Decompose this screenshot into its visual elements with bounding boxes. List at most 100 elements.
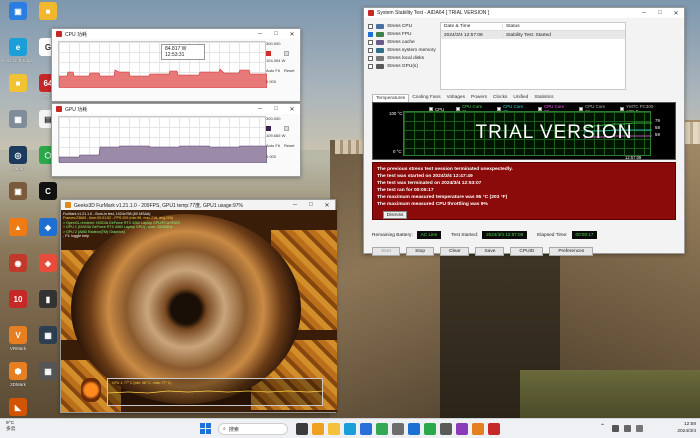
checkbox[interactable] bbox=[368, 23, 373, 29]
desktop-icon[interactable]: ◆ bbox=[34, 216, 62, 254]
col-datetime[interactable]: Date & Time bbox=[441, 24, 503, 29]
network-icon[interactable] bbox=[636, 425, 643, 432]
series-color-swatch bbox=[266, 126, 271, 131]
volume-icon[interactable] bbox=[624, 425, 631, 432]
tab-cooling-fans[interactable]: Cooling Fans bbox=[409, 94, 443, 102]
stress-option[interactable]: Stress system memory bbox=[368, 46, 438, 54]
desktop-icon[interactable]: ⬢ 3DMark bbox=[4, 360, 32, 398]
scale-top: 300.000 bbox=[266, 41, 281, 46]
app-icon[interactable] bbox=[472, 423, 484, 435]
mail-icon[interactable] bbox=[408, 423, 420, 435]
maximize-icon[interactable]: □ bbox=[268, 104, 284, 114]
desktop-icon[interactable]: ▲ bbox=[4, 216, 32, 254]
maximize-icon[interactable]: □ bbox=[268, 29, 284, 39]
app-icon[interactable] bbox=[424, 423, 436, 435]
edge-icon[interactable] bbox=[344, 423, 356, 435]
stress-option[interactable]: Stress FPU bbox=[368, 30, 438, 38]
alert-line: The previous stress test session termina… bbox=[377, 167, 513, 172]
desktop-icon[interactable]: ▣ bbox=[4, 0, 32, 38]
dismiss-button[interactable]: Dismiss bbox=[383, 211, 407, 219]
maximize-icon[interactable]: □ bbox=[652, 8, 668, 18]
desktop-icon[interactable]: ▦ bbox=[34, 324, 62, 362]
cpu-power-titlebar[interactable]: CPU 功耗 ─ □ ✕ bbox=[52, 29, 300, 39]
desktop-icon[interactable]: ▦ bbox=[4, 108, 32, 146]
stress-option[interactable]: Stress cache bbox=[368, 38, 438, 46]
desktop-icon[interactable]: ◎ Steam bbox=[4, 144, 32, 182]
chevron-up-icon[interactable]: ⌃ bbox=[600, 423, 607, 430]
tab-unified[interactable]: Unified bbox=[510, 94, 531, 102]
cpu-power-window[interactable]: CPU 功耗 ─ □ ✕ 84.817 W 12:53:31 300.000 1… bbox=[51, 28, 301, 102]
task-view-icon[interactable] bbox=[296, 423, 308, 435]
reset-button[interactable]: Reset bbox=[284, 68, 294, 73]
cpuid-button[interactable]: CPUID bbox=[510, 247, 544, 256]
app-icon[interactable] bbox=[456, 423, 468, 435]
checkbox[interactable] bbox=[368, 47, 373, 53]
taskbar-search[interactable]: ⌕ 搜索 bbox=[218, 423, 288, 435]
tab-powers[interactable]: Powers bbox=[468, 94, 490, 102]
start-button[interactable]: Start bbox=[372, 247, 401, 256]
maximize-icon[interactable]: □ bbox=[303, 200, 319, 210]
store-icon[interactable] bbox=[360, 423, 372, 435]
stress-option[interactable]: Stress GPU(s) bbox=[368, 62, 438, 70]
close-icon[interactable]: ✕ bbox=[668, 8, 684, 18]
chrome-icon[interactable] bbox=[376, 423, 388, 435]
desktop-icon[interactable]: C bbox=[34, 180, 62, 218]
series-toggle[interactable] bbox=[284, 51, 289, 56]
series-toggle[interactable] bbox=[284, 126, 289, 131]
col-status[interactable]: Status bbox=[503, 24, 625, 29]
reset-button[interactable]: Reset bbox=[284, 143, 294, 148]
minimize-icon[interactable]: ─ bbox=[636, 8, 652, 18]
furmark-info-overlay: FurMark v1.21.1.0 - Burn-in test, 1024x7… bbox=[63, 212, 180, 238]
close-icon[interactable]: ✕ bbox=[319, 200, 335, 210]
desktop-icon[interactable]: ■ bbox=[4, 72, 32, 110]
stability-test-window[interactable]: System Stability Test - AIDA64 [ TRIAL V… bbox=[363, 7, 685, 256]
checkbox[interactable] bbox=[368, 55, 373, 61]
minimize-icon[interactable]: ─ bbox=[252, 104, 268, 114]
desktop-icon[interactable]: e Microsoft Edge bbox=[3, 36, 33, 74]
close-icon[interactable]: ✕ bbox=[284, 104, 300, 114]
stability-titlebar[interactable]: System Stability Test - AIDA64 [ TRIAL V… bbox=[364, 8, 684, 18]
stress-option[interactable]: Stress local disks bbox=[368, 54, 438, 62]
auto-fit-button[interactable]: Auto Fit bbox=[266, 143, 280, 148]
file-explorer-icon[interactable] bbox=[328, 423, 340, 435]
checkbox[interactable] bbox=[368, 31, 373, 37]
checkbox[interactable] bbox=[368, 63, 373, 69]
clock[interactable]: 12:58 2024/3/4 bbox=[677, 421, 696, 435]
settings-icon[interactable] bbox=[392, 423, 404, 435]
stop-button[interactable]: Stop bbox=[406, 247, 435, 256]
clear-button[interactable]: Clear bbox=[440, 247, 470, 256]
widgets-icon[interactable] bbox=[312, 423, 324, 435]
tab-voltages[interactable]: Voltages bbox=[444, 94, 468, 102]
close-icon[interactable]: ✕ bbox=[284, 29, 300, 39]
app-icon[interactable] bbox=[440, 423, 452, 435]
battery-icon[interactable] bbox=[612, 425, 619, 432]
desktop-icon[interactable]: ◈ bbox=[34, 252, 62, 290]
auto-fit-button[interactable]: Auto Fit bbox=[266, 68, 280, 73]
desktop-icon[interactable]: ▣ bbox=[4, 180, 32, 218]
weather-widget[interactable]: 9°C 多云 bbox=[6, 421, 16, 433]
stress-option[interactable]: Stress CPU bbox=[368, 22, 438, 30]
desktop-icon[interactable]: 10 bbox=[4, 288, 32, 326]
table-row[interactable]: 2024/3/4 12:57:08 Stability Test: Starte… bbox=[441, 31, 625, 39]
furmark-window[interactable]: Geeks3D FurMark v1.21.1.0 - 209FPS, GPU1… bbox=[60, 199, 337, 413]
tab-clocks[interactable]: Clocks bbox=[490, 94, 510, 102]
gpu-power-chart bbox=[59, 145, 267, 163]
desktop-icon[interactable]: V VRMark bbox=[4, 324, 32, 362]
desktop-icon[interactable]: ▦ bbox=[34, 360, 62, 398]
aida64-icon[interactable] bbox=[488, 423, 500, 435]
furmark-titlebar[interactable]: Geeks3D FurMark v1.21.1.0 - 209FPS, GPU1… bbox=[61, 200, 335, 210]
preferences-button[interactable]: Preferences bbox=[549, 247, 594, 256]
checkbox[interactable] bbox=[368, 39, 373, 45]
minimize-icon[interactable]: ─ bbox=[287, 200, 303, 210]
hardware-icon bbox=[376, 39, 384, 45]
tab-statistics[interactable]: Statistics bbox=[531, 94, 556, 102]
tab-temperatures[interactable]: Temperatures bbox=[372, 94, 410, 102]
desktop-icon[interactable]: ◉ bbox=[4, 252, 32, 290]
gpu-power-titlebar[interactable]: GPU 功耗 ─ □ ✕ bbox=[52, 104, 300, 114]
gpu-power-window[interactable]: GPU 功耗 ─ □ ✕ 300.000 109.665 W Auto Fit … bbox=[51, 103, 301, 177]
alert-line: The maximum measured CPU throttling was … bbox=[377, 202, 488, 207]
desktop-icon[interactable]: ▮ bbox=[34, 288, 62, 326]
save-button[interactable]: Save bbox=[475, 247, 505, 256]
minimize-icon[interactable]: ─ bbox=[252, 29, 268, 39]
start-button[interactable] bbox=[200, 423, 212, 435]
